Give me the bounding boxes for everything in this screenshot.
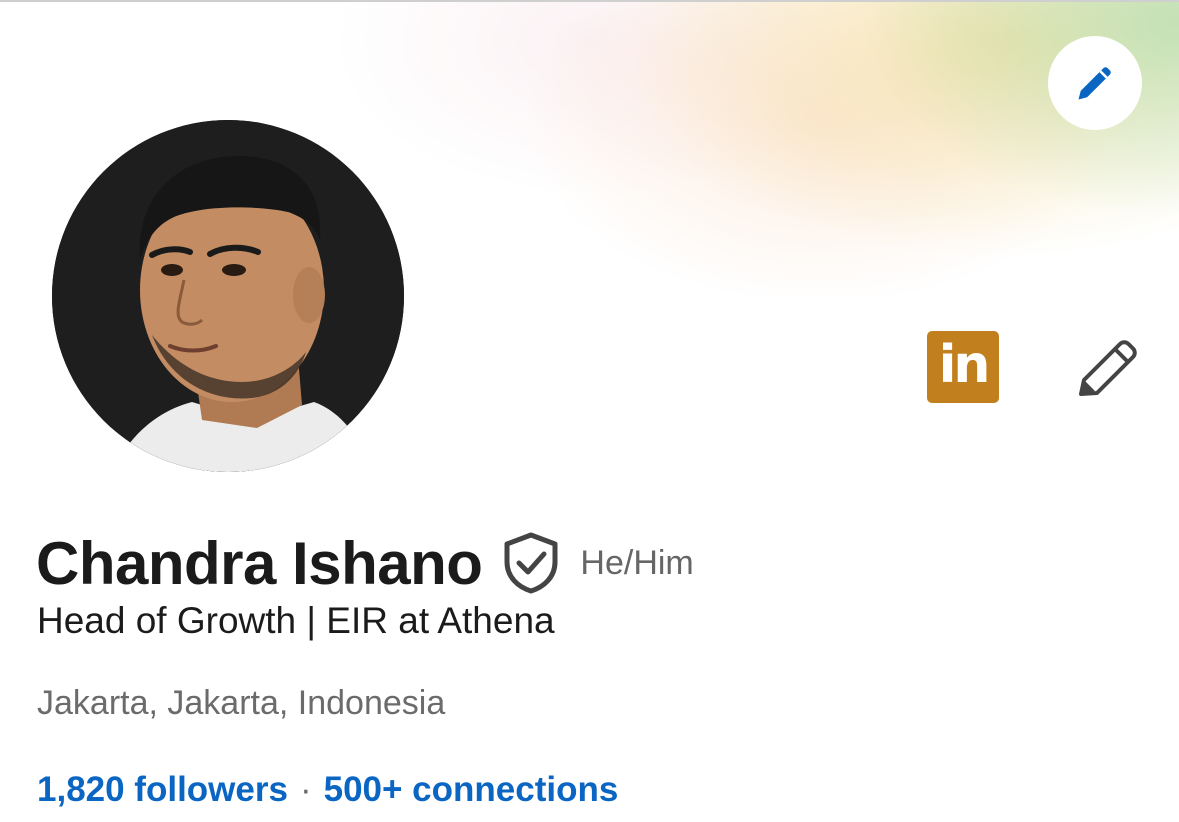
shield-check-icon[interactable] bbox=[502, 532, 560, 594]
stats-separator: · bbox=[299, 770, 312, 809]
linkedin-logo-text: in bbox=[938, 335, 991, 395]
avatar-portrait bbox=[52, 120, 404, 472]
edit-banner-button[interactable] bbox=[1048, 36, 1142, 130]
edit-intro-pencil-icon[interactable] bbox=[1072, 334, 1142, 400]
profile-location: Jakarta, Jakarta, Indonesia bbox=[37, 684, 446, 722]
profile-page: in Chandra Ishano He/Him Head of Growth … bbox=[0, 0, 1179, 822]
profile-name: Chandra Ishano bbox=[36, 529, 483, 597]
pronouns: He/Him bbox=[580, 543, 694, 582]
name-row: Chandra Ishano He/Him bbox=[36, 528, 694, 598]
profile-headline: Head of Growth | EIR at Athena bbox=[37, 600, 555, 641]
pencil-icon bbox=[1078, 67, 1111, 100]
followers-link[interactable]: 1,820 followers bbox=[37, 770, 288, 809]
profile-photo[interactable] bbox=[52, 120, 404, 472]
linkedin-badge[interactable]: in bbox=[927, 331, 999, 403]
profile-stats: 1,820 followers · 500+ connections bbox=[37, 770, 618, 810]
connections-link[interactable]: 500+ connections bbox=[324, 770, 619, 809]
